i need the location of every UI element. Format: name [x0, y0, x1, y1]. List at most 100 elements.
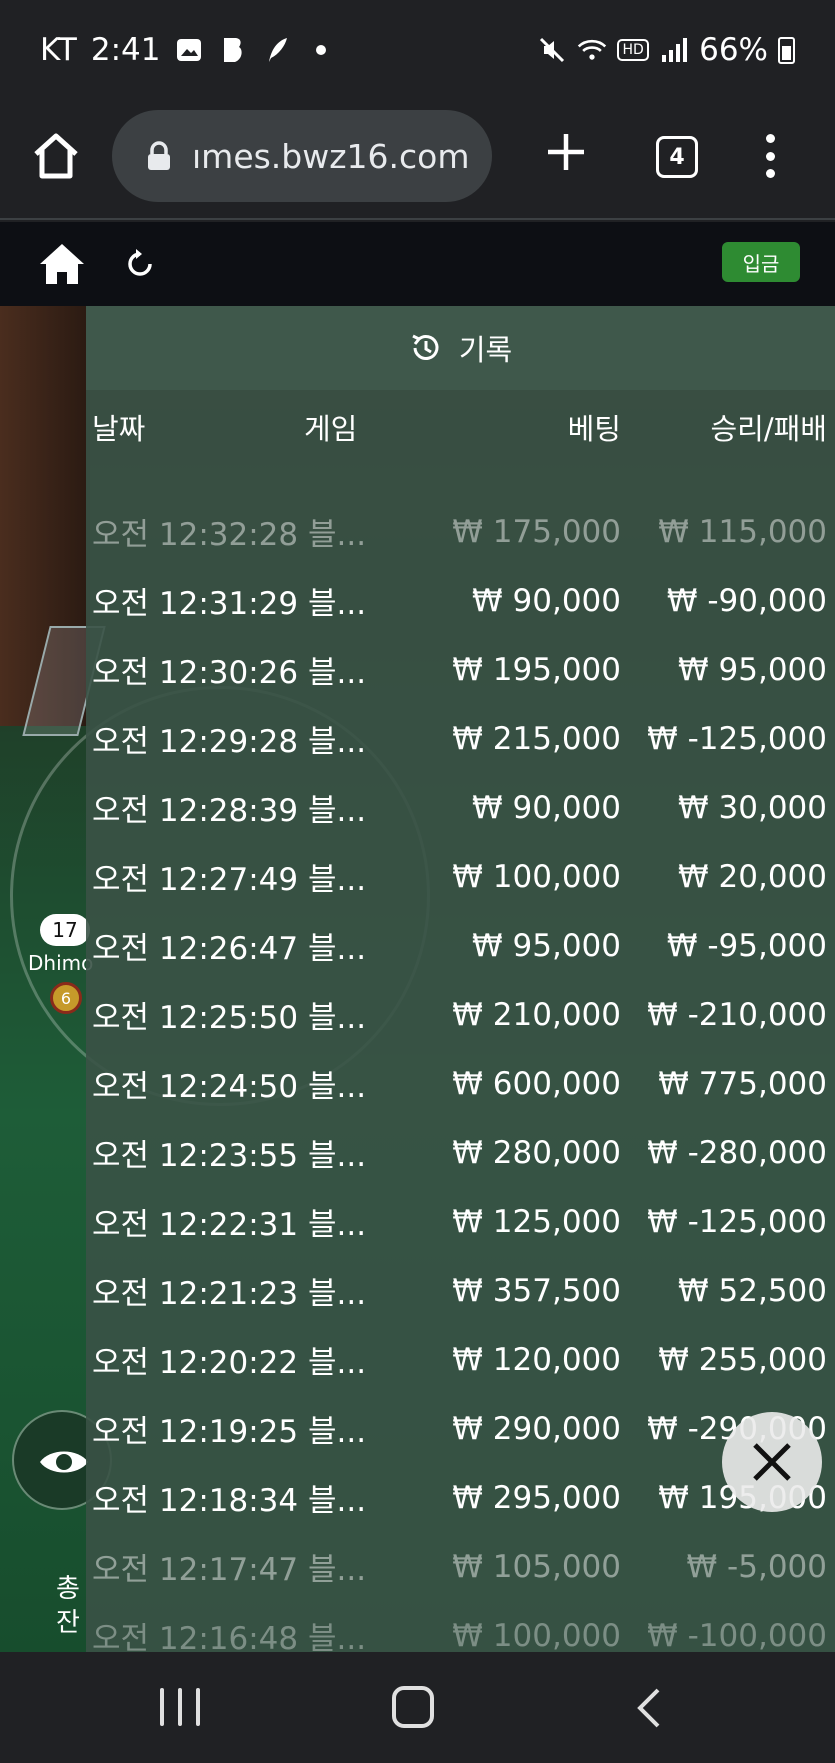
row-date: 오전 12:17:47 [92, 1552, 299, 1588]
row-game: 블... [308, 793, 367, 829]
dot-icon [765, 134, 775, 143]
lock-icon [146, 141, 172, 171]
player-name: Dhimo [28, 951, 94, 975]
row-date: 오전 12:27:49 [92, 862, 299, 898]
history-row: 오전 12:32:28 블... ₩ 175,000 ₩ 115,000 [86, 497, 835, 566]
row-result: ₩ 30,000 [678, 789, 827, 826]
history-row: 오전 12:29:28 블... ₩ 215,000 ₩ -125,000 [86, 704, 835, 773]
plus-icon [548, 134, 584, 170]
history-row: 오전 12:26:47 블... ₩ 95,000 ₩ -95,000 [86, 911, 835, 980]
url-bar[interactable]: ımes.bwz16.com [112, 110, 492, 202]
balance-label: 잔 [56, 1608, 80, 1638]
history-row: 오전 12:27:49 블... ₩ 100,000 ₩ 20,000 [86, 842, 835, 911]
gallery-icon [174, 35, 204, 65]
home-outline-icon [34, 133, 78, 179]
row-result: ₩ 95,000 [678, 651, 827, 688]
signal-icon [659, 35, 689, 65]
wifi-icon [577, 35, 607, 65]
carrier-label: KT [40, 32, 77, 68]
close-icon [753, 1443, 791, 1481]
history-row: 오전 12:24:50 블... ₩ 600,000 ₩ 775,000 [86, 1049, 835, 1118]
row-game: 블... [308, 1138, 367, 1174]
lobby-home-button[interactable] [38, 242, 86, 286]
row-result: ₩ -90,000 [666, 582, 827, 619]
row-date: 오전 12:28:39 [92, 793, 299, 829]
row-result: ₩ 255,000 [658, 1341, 827, 1378]
row-date: 오전 12:32:28 [92, 517, 299, 553]
row-result: ₩ -100,000 [647, 1617, 827, 1653]
row-bet: ₩ 125,000 [452, 1203, 621, 1240]
row-game: 블... [308, 1414, 367, 1450]
refresh-button[interactable] [122, 246, 158, 282]
url-text: ımes.bwz16.com [192, 136, 470, 176]
row-result: ₩ -95,000 [666, 927, 827, 964]
history-row: 오전 12:17:47 블... ₩ 105,000 ₩ -5,000 [86, 1532, 835, 1601]
row-game: 블... [308, 1483, 367, 1519]
row-bet: ₩ 90,000 [472, 789, 621, 826]
close-button[interactable] [722, 1412, 822, 1512]
row-game: 블... [308, 1552, 367, 1588]
history-title: 기록 [458, 333, 513, 367]
balance-labels: 총 잔 [56, 1572, 80, 1640]
history-row: 오전 12:21:23 블... ₩ 357,500 ₩ 52,500 [86, 1256, 835, 1325]
row-date: 오전 12:25:50 [92, 1000, 299, 1036]
row-bet: ₩ 175,000 [452, 513, 621, 550]
row-game: 블... [308, 931, 367, 967]
row-bet: ₩ 105,000 [452, 1548, 621, 1585]
row-result: ₩ -280,000 [647, 1134, 827, 1171]
deposit-button[interactable]: 입금 [722, 242, 800, 282]
recents-button[interactable] [160, 1688, 200, 1726]
dot-icon [765, 169, 775, 178]
history-header: 기록 [86, 306, 835, 390]
feather-icon [262, 35, 292, 65]
history-row: 오전 12:31:29 블... ₩ 90,000 ₩ -90,000 [86, 566, 835, 635]
browser-toolbar: ımes.bwz16.com 4 [0, 100, 835, 220]
row-date: 오전 12:29:28 [92, 724, 299, 760]
row-bet: ₩ 90,000 [472, 582, 621, 619]
row-bet: ₩ 100,000 [452, 858, 621, 895]
history-list[interactable]: 오전 12:32:28 블... ₩ 175,000 ₩ 115,000 오전 12:3… [86, 497, 835, 1653]
row-game: 블... [308, 517, 367, 553]
notification-dot-icon [306, 35, 336, 65]
browser-menu-button[interactable] [760, 134, 780, 178]
bar-icon [160, 1688, 164, 1726]
mute-icon [537, 35, 567, 65]
row-result: ₩ -125,000 [647, 1203, 827, 1240]
total-bet-label: 총 [56, 1574, 80, 1604]
col-result: 승리/패배 [710, 412, 828, 446]
row-game: 블... [308, 1621, 367, 1652]
hd-voice-icon: HD [617, 39, 650, 61]
row-bet: ₩ 295,000 [452, 1479, 621, 1516]
row-date: 오전 12:23:55 [92, 1138, 299, 1174]
dot-icon [765, 151, 775, 161]
row-result: ₩ 115,000 [658, 513, 827, 550]
row-result: ₩ -210,000 [647, 996, 827, 1033]
history-row: 오전 12:28:39 블... ₩ 90,000 ₩ 30,000 [86, 773, 835, 842]
row-bet: ₩ 210,000 [452, 996, 621, 1033]
home-icon [40, 244, 84, 284]
row-bet: ₩ 100,000 [452, 1617, 621, 1653]
row-result: ₩ 20,000 [678, 858, 827, 895]
browser-home-button[interactable] [28, 128, 84, 184]
row-bet: ₩ 357,500 [452, 1272, 621, 1309]
col-date: 날짜 [92, 412, 146, 446]
system-home-button[interactable] [392, 1686, 434, 1728]
history-row: 오전 12:22:31 블... ₩ 125,000 ₩ -125,000 [86, 1187, 835, 1256]
row-bet: ₩ 600,000 [452, 1065, 621, 1102]
battery-percent: 66% [699, 32, 768, 68]
new-tab-button[interactable] [540, 126, 592, 178]
row-game: 블... [308, 724, 367, 760]
row-result: ₩ -125,000 [647, 720, 827, 757]
row-bet: ₩ 120,000 [452, 1341, 621, 1378]
row-date: 오전 12:19:25 [92, 1414, 299, 1450]
row-game: 블... [308, 1000, 367, 1036]
back-button[interactable] [630, 1686, 670, 1730]
history-row: 오전 12:23:55 블... ₩ 280,000 ₩ -280,000 [86, 1118, 835, 1187]
row-bet: ₩ 215,000 [452, 720, 621, 757]
history-row: 오전 12:30:26 블... ₩ 195,000 ₩ 95,000 [86, 635, 835, 704]
row-result: ₩ -5,000 [686, 1548, 827, 1585]
tab-switcher-button[interactable]: 4 [656, 136, 698, 178]
row-date: 오전 12:18:34 [92, 1483, 299, 1519]
row-game: 블... [308, 1207, 367, 1243]
refresh-icon [128, 249, 152, 276]
